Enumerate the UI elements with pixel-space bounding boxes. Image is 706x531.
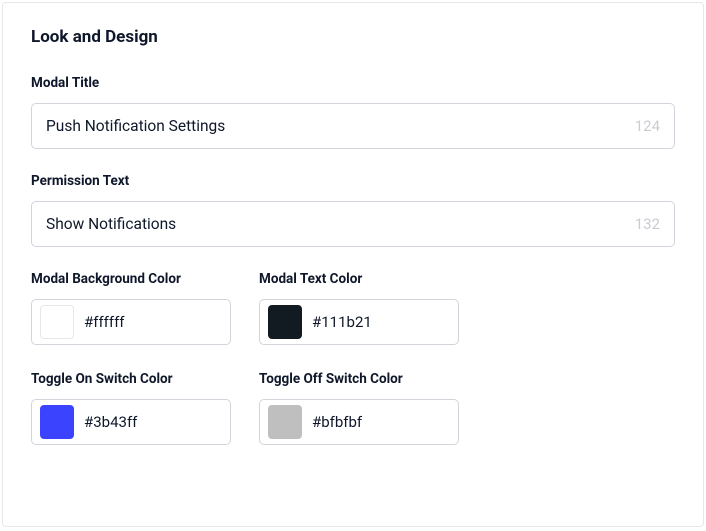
- modal-text-color-value: #111b21: [312, 313, 372, 331]
- modal-background-color-label: Modal Background Color: [31, 271, 231, 287]
- modal-background-color-field: Modal Background Color #ffffff: [31, 271, 231, 345]
- permission-text-label: Permission Text: [31, 173, 675, 189]
- modal-text-color-swatch: [268, 305, 302, 339]
- modal-text-color-input[interactable]: #111b21: [259, 299, 459, 345]
- modal-text-color-label: Modal Text Color: [259, 271, 459, 287]
- permission-text-charcount: 132: [635, 215, 660, 233]
- toggle-on-color-swatch: [40, 405, 74, 439]
- modal-title-field: Modal Title 124: [31, 75, 675, 149]
- toggle-on-color-input[interactable]: #3b43ff: [31, 399, 231, 445]
- modal-text-color-field: Modal Text Color #111b21: [259, 271, 459, 345]
- modal-title-input-wrapper[interactable]: 124: [31, 103, 675, 149]
- modal-background-color-input[interactable]: #ffffff: [31, 299, 231, 345]
- modal-background-color-value: #ffffff: [84, 313, 125, 331]
- toggle-off-color-swatch: [268, 405, 302, 439]
- toggle-on-color-value: #3b43ff: [84, 413, 137, 431]
- toggle-on-color-field: Toggle On Switch Color #3b43ff: [31, 371, 231, 445]
- color-row-2: Toggle On Switch Color #3b43ff Toggle Of…: [31, 371, 675, 445]
- toggle-off-color-input[interactable]: #bfbfbf: [259, 399, 459, 445]
- toggle-off-color-field: Toggle Off Switch Color #bfbfbf: [259, 371, 459, 445]
- modal-title-label: Modal Title: [31, 75, 675, 91]
- permission-text-input-wrapper[interactable]: 132: [31, 201, 675, 247]
- modal-background-color-swatch: [40, 305, 74, 339]
- toggle-off-color-label: Toggle Off Switch Color: [259, 371, 459, 387]
- permission-text-input[interactable]: [46, 215, 635, 233]
- permission-text-field: Permission Text 132: [31, 173, 675, 247]
- look-and-design-panel: Look and Design Modal Title 124 Permissi…: [2, 2, 704, 527]
- toggle-on-color-label: Toggle On Switch Color: [31, 371, 231, 387]
- color-row-1: Modal Background Color #ffffff Modal Tex…: [31, 271, 675, 345]
- section-title: Look and Design: [31, 27, 675, 47]
- modal-title-charcount: 124: [635, 117, 660, 135]
- toggle-off-color-value: #bfbfbf: [312, 413, 362, 431]
- modal-title-input[interactable]: [46, 117, 635, 135]
